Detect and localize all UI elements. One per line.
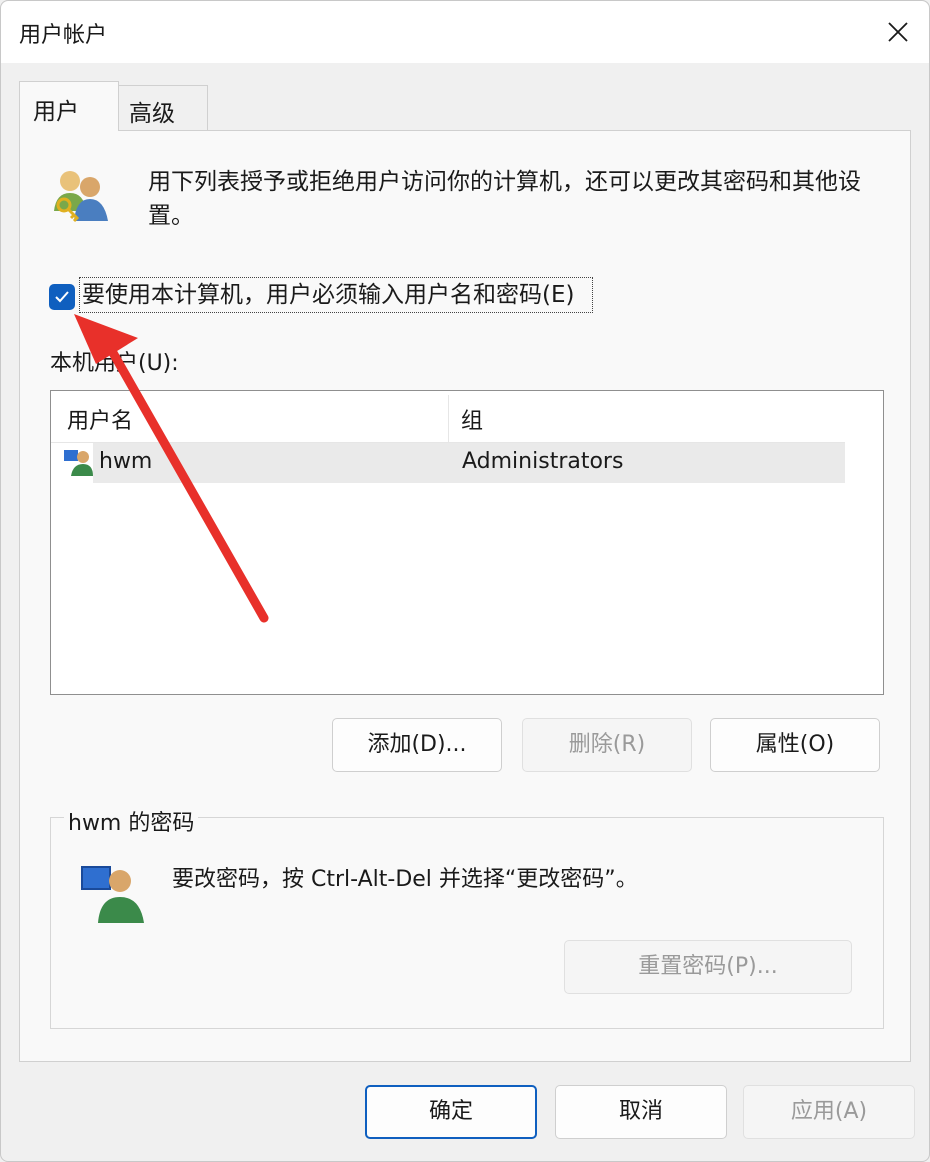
users-tab-panel: 用下列表授予或拒绝用户访问你的计算机，还可以更改其密码和其他设置。 要使用本计算… [19, 130, 911, 1062]
user-icon [64, 450, 93, 476]
checkmark-icon [55, 291, 69, 303]
local-users-label: 本机用户(U): [50, 351, 179, 376]
window-title: 用户帐户 [19, 23, 108, 48]
close-button[interactable] [873, 9, 923, 55]
intro-description: 用下列表授予或拒绝用户访问你的计算机，还可以更改其密码和其他设置。 [148, 169, 861, 229]
user-accounts-dialog: 用户帐户 用户 高级 用下列表授予或拒绝用户访问你的计算机，还可以更改其密码和其… [0, 0, 930, 1162]
add-user-button[interactable]: 添加(D)... [332, 718, 502, 772]
password-instructions: 要改密码，按 Ctrl-Alt-Del 并选择“更改密码”。 [172, 867, 638, 892]
users-key-icon [54, 171, 108, 223]
password-group-title: hwm 的密码 [64, 805, 199, 837]
password-groupbox [50, 817, 884, 1029]
tab-advanced[interactable]: 高级 [118, 85, 208, 131]
title-bar: 用户帐户 [1, 1, 929, 63]
user-group-cell: Administrators [462, 449, 624, 474]
users-list[interactable]: 用户名 组 hwm Administrators [50, 390, 884, 695]
tab-advanced-label: 高级 [129, 101, 175, 127]
require-login-label[interactable]: 要使用本计算机，用户必须输入用户名和密码(E) [79, 277, 593, 313]
column-divider[interactable] [448, 395, 449, 443]
ok-button[interactable]: 确定 [365, 1085, 537, 1139]
cancel-button[interactable]: 取消 [555, 1085, 727, 1139]
user-name-cell: hwm [99, 449, 153, 474]
reset-password-button[interactable]: 重置密码(P)... [564, 940, 852, 994]
column-header-username[interactable]: 用户名 [67, 403, 133, 435]
require-login-checkbox[interactable] [49, 284, 75, 310]
list-header: 用户名 组 [51, 391, 845, 443]
apply-button[interactable]: 应用(A) [743, 1085, 915, 1139]
remove-user-button[interactable]: 删除(R) [522, 718, 692, 772]
tab-users-label: 用户 [33, 99, 79, 125]
tab-users[interactable]: 用户 [19, 81, 119, 131]
properties-button[interactable]: 属性(O) [710, 718, 880, 772]
user-monitor-icon [81, 866, 144, 923]
close-icon [888, 22, 908, 42]
column-header-group[interactable]: 组 [461, 403, 483, 435]
